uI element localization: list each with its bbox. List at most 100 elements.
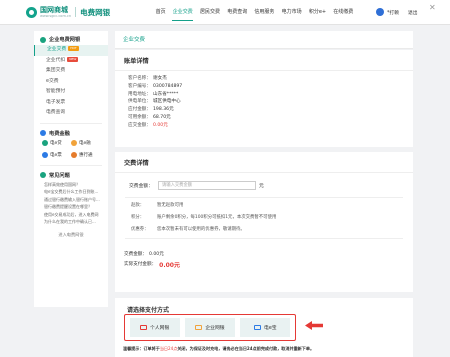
amount-label: 交费金额： <box>129 184 153 189</box>
fee-row: 交费金额： 0.00元 <box>115 249 413 259</box>
due-label: 实际支付金额： <box>124 262 157 267</box>
sidebar-section-label: 企业电费网银 <box>49 37 81 43</box>
finance-grid: 电e贷 电e融 电e票 惠行通 <box>34 139 108 158</box>
account-panel: 账单详情 客户名称： 谢女杰 客户编号： 0300784897 用电地址： 山东省**… <box>115 50 413 147</box>
user-name[interactable]: *打赖 <box>387 9 399 16</box>
nav-home[interactable]: 首页 <box>152 0 169 25</box>
nav-points[interactable]: 积分e+ <box>305 0 329 25</box>
payment-panel: 交费详情 交费金额： 请输入交费金额 元 赵款： 暂无赵款可用 积分： 账户剩余0积… <box>115 152 413 292</box>
sidebar-item-label: 企业交费 <box>47 47 67 52</box>
nav-enterprise-pay[interactable]: 企业交费 <box>169 0 196 25</box>
loan-icon <box>42 139 48 146</box>
nav-power-market[interactable]: 电力市场 <box>278 0 305 25</box>
tip-label: 积分： <box>131 215 145 220</box>
pay-method-title: 请选择支付方式 <box>127 307 170 314</box>
sidebar-item-e-invoice[interactable]: 电子发票 <box>34 98 108 109</box>
divider <box>40 122 102 124</box>
field-value: 城区供电中心 <box>153 99 181 105</box>
faq-link[interactable]: 银行缴费提醒设置在哪里？ <box>34 203 108 211</box>
pay-options: 个人网银 企业网银 电e宝 <box>124 314 296 341</box>
field-label: 用电地址： <box>128 91 151 97</box>
amount-unit: 元 <box>259 184 264 189</box>
nav-resident-pay[interactable]: 居民交费 <box>196 0 223 25</box>
finance-item[interactable]: 惠行通 <box>71 151 100 158</box>
finance-item[interactable]: 电e票 <box>42 151 71 158</box>
finance-section-title: 电费金融 <box>34 128 108 139</box>
logo-divider <box>75 7 77 17</box>
warning-highlight: 当日24点 <box>159 346 178 351</box>
account-row: 客户名称： 谢女杰 <box>115 75 413 83</box>
nav-online-pay[interactable]: 在线缴费 <box>330 0 357 25</box>
finance-item[interactable]: 电e贷 <box>42 139 71 146</box>
faq-section-title: 常见问题 <box>34 170 108 181</box>
avatar[interactable] <box>376 8 384 16</box>
sidebar-item-enterprise-pay[interactable]: 企业交费 HOT <box>34 45 108 56</box>
faq-link[interactable]: 怎样高效使用国网？ <box>34 181 108 189</box>
finance-section-label: 电费金融 <box>49 130 70 137</box>
account-row: 可用余额： 68.70元 <box>115 114 413 122</box>
field-value: 山东省***** <box>153 91 179 97</box>
hot-badge: HOT <box>68 46 79 51</box>
tip-row: 优惠券： 您本次暂未有可以使用的优惠券，敬请期待。 <box>125 224 403 236</box>
logo-subtitle: www.sgcc.com.cn <box>40 14 72 18</box>
payment-title: 交费详情 <box>115 152 413 173</box>
grid-icon <box>40 36 46 43</box>
faq-link[interactable]: 为什么在我的工作中确认已... <box>34 218 108 226</box>
tip-value: 账户剩余0积分，每100积分可抵扣1元，本次交费暂不可使用 <box>157 215 277 220</box>
nav-bill-query[interactable]: 电费查询 <box>224 0 251 25</box>
amount-input[interactable]: 请输入交费金额 <box>158 181 256 190</box>
sidebar: 企业电费网银 企业交费 HOT 企业代扣 NEW 集团交费 e交费 智能预付 电子发… <box>34 31 108 307</box>
pay-option-enterprise-bank[interactable]: 企业网银 <box>184 318 235 337</box>
faq-link[interactable]: 通过银行缴费输入银行账户号... <box>34 196 108 204</box>
finance-label: 惠行通 <box>79 152 93 158</box>
bill-icon <box>42 151 48 158</box>
page: 国网商城 www.sgcc.com.cn 电费网银 首页 企业交费 居民交费 电… <box>0 0 450 357</box>
pointer-arrow-icon <box>305 321 323 330</box>
logout-link[interactable]: 退出 <box>408 9 418 16</box>
field-value: 198.36元 <box>153 107 174 113</box>
breadcrumb: 企业交费 <box>115 31 413 49</box>
logo-title: 国网商城 <box>40 6 68 14</box>
sidebar-item-enterprise-debit[interactable]: 企业代扣 NEW <box>34 56 108 67</box>
amount-row: 交费金额： 请输入交费金额 元 <box>115 173 413 190</box>
tip-value: 您本次暂未有可以使用的优惠券，敬请期待。 <box>157 227 245 232</box>
fee-value: 0.00元 <box>148 252 164 257</box>
wallet-icon <box>254 325 262 330</box>
main-nav: 首页 企业交费 居民交费 电费查询 信用服务 电力市场 积分e+ 在线缴费 <box>152 0 357 25</box>
more-link[interactable]: 进入电费网银 <box>34 232 108 238</box>
faq-section-label: 常见问题 <box>49 172 70 179</box>
top-header: 国网商城 www.sgcc.com.cn 电费网银 首页 企业交费 居民交费 电… <box>0 0 450 25</box>
account-row: 客户编号： 0300784897 <box>115 83 413 91</box>
warning-suffix: 关闭，为保证及时充电，请务必在当日24点前完成付款，取消并重新下单。 <box>177 346 315 351</box>
finance-label: 电e贷 <box>50 140 62 146</box>
tip-label: 优惠券： <box>131 227 149 232</box>
new-badge: NEW <box>67 56 79 62</box>
pay-option-e-wallet[interactable]: 电e宝 <box>240 318 291 337</box>
pay-option-label: 个人网银 <box>150 326 170 331</box>
sidebar-item-smart-prepay[interactable]: 智能预付 <box>34 87 108 98</box>
nav-credit-service[interactable]: 信用服务 <box>251 0 278 25</box>
sidebar-item-e-pay[interactable]: e交费 <box>34 77 108 88</box>
tip-row: 积分： 账户剩余0积分，每100积分可抵扣1元，本次交费暂不可使用 <box>125 212 403 224</box>
field-label: 应付金额： <box>128 107 151 113</box>
field-value: 0.00元 <box>153 122 168 128</box>
finance-label: 电e票 <box>50 152 62 158</box>
sidebar-item-bill-query[interactable]: 电费查询 <box>34 108 108 119</box>
faq-link[interactable]: 使用e交易成功后，进入电费网 <box>34 211 108 219</box>
due-row: 实际支付金额： 0.00元 <box>115 259 413 269</box>
pay-option-label: 电e宝 <box>264 326 277 331</box>
credit-icon <box>71 151 77 158</box>
close-icon[interactable]: ✕ <box>429 3 436 12</box>
pay-option-personal-bank[interactable]: 个人网银 <box>129 318 180 337</box>
fee-label: 交费金额： <box>124 252 147 257</box>
due-value: 0.00元 <box>159 261 180 269</box>
sidebar-item-group-pay[interactable]: 集团交费 <box>34 66 108 77</box>
warning-prefix: 温馨提示：订单将于 <box>123 346 160 351</box>
logo[interactable]: 国网商城 www.sgcc.com.cn 电费网银 <box>26 6 110 18</box>
finance-label: 电e融 <box>79 140 91 146</box>
pay-option-label: 企业网银 <box>205 326 225 331</box>
divider <box>40 164 102 166</box>
finance-item[interactable]: 电e融 <box>71 139 100 146</box>
faq-link[interactable]: 电e宝交费后什么工作日到账... <box>34 188 108 196</box>
field-label: 供电单位： <box>128 99 151 105</box>
